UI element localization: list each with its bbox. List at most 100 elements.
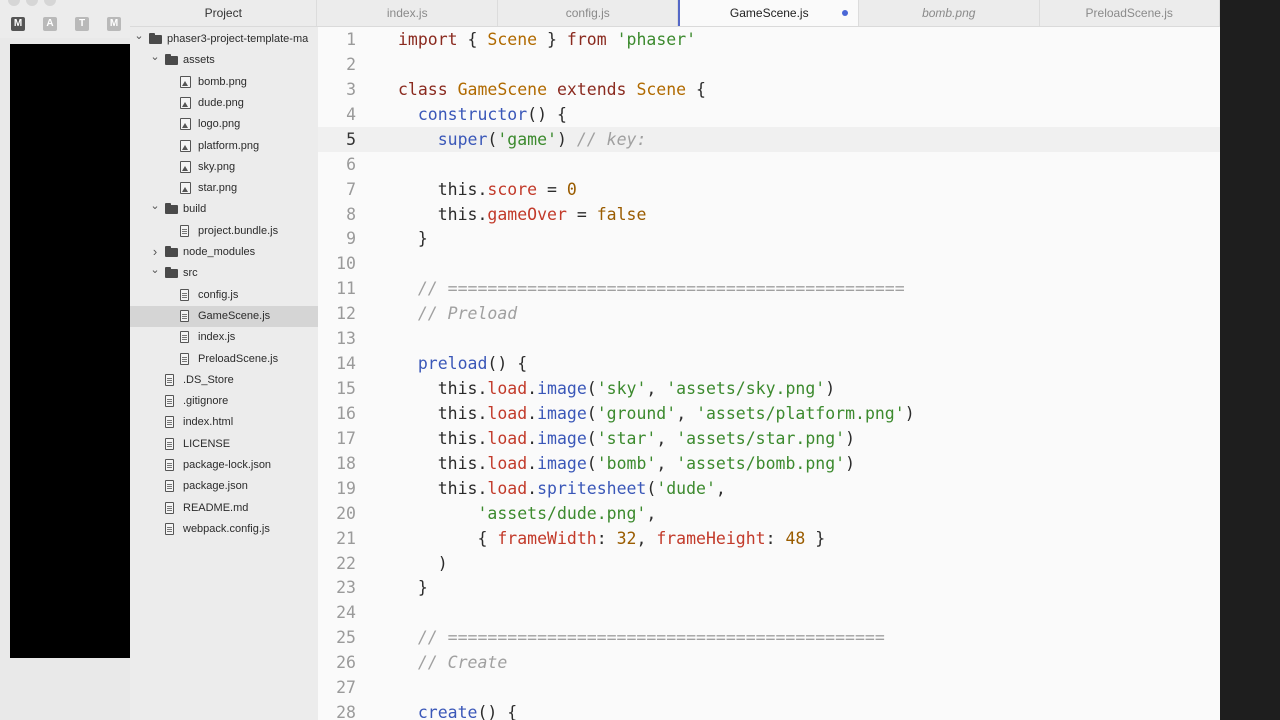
tree-file[interactable]: sky.png [130,157,318,178]
tree-file[interactable]: .gitignore [130,391,318,412]
code-line[interactable]: 27 [318,675,1220,700]
tree-item-label: platform.png [198,139,260,152]
chevron-right-icon[interactable]: › [150,241,160,262]
code-line[interactable]: 14 preload() { [318,351,1220,376]
code-line[interactable]: 17 this.load.image('star', 'assets/star.… [318,426,1220,451]
line-number: 27 [336,678,356,698]
tree-file[interactable]: .DS_Store [130,370,318,391]
code-line[interactable]: 11 // ==================================… [318,276,1220,301]
code-token: { [457,30,488,49]
tab-preloadscene-js[interactable]: PreloadScene.js [1040,0,1220,26]
zoom-dot-icon[interactable] [44,0,56,6]
tree-file[interactable]: GameScene.js [130,305,318,327]
code-token: 'bomb' [596,453,657,473]
tree-file[interactable]: package-lock.json [130,455,318,476]
tree-file[interactable]: logo.png [130,114,318,135]
chevron-down-icon[interactable]: ⌄ [150,260,160,281]
code-line[interactable]: 13 [318,326,1220,351]
tree-item-label: LICENSE [183,437,231,450]
code-token: ) [904,403,915,423]
line-number: 7 [346,179,356,199]
tree-file[interactable]: LICENSE [130,434,318,455]
tree-file[interactable]: bomb.png [130,72,318,93]
code-line[interactable]: 19 this.load.spritesheet('dude', [318,476,1220,501]
code-line[interactable]: 8 this.gameOver = false [318,202,1220,227]
folder-icon [165,203,178,215]
tree-folder[interactable]: ⌄ src [130,263,318,284]
tree-item-label: index.html [183,416,234,429]
code-text: // =====================================… [398,625,885,650]
project-tree: ⌄ phaser3-project-template-ma ⌄ assets bomb.… [130,27,318,720]
bg-tab-icon[interactable]: A [43,17,57,31]
tree-file[interactable]: README.md [130,498,318,519]
code-line[interactable]: 15 this.load.image('sky', 'assets/sky.pn… [318,376,1220,401]
code-line[interactable]: 23 } [318,575,1220,600]
tab-gamescene-js[interactable]: GameScene.js [678,0,859,26]
bg-tab-icon[interactable]: T [75,17,89,31]
code-line[interactable]: 22 ) [318,551,1220,576]
tree-item-label: project.bundle.js [198,224,279,237]
code-line[interactable]: 24 [318,600,1220,625]
chevron-down-icon[interactable]: ⌄ [134,27,144,47]
tree-file[interactable]: project.bundle.js [130,221,318,242]
code-editor[interactable]: 1 import { Scene } from 'phaser' 2 3 class G… [318,27,1220,720]
close-dot-icon[interactable] [8,0,20,6]
code-line[interactable]: 3 class GameScene extends Scene { [318,77,1220,102]
code-line[interactable]: 4 constructor() { [318,102,1220,127]
code-line[interactable]: 20 'assets/dude.png', [318,501,1220,526]
code-line[interactable]: 5 super('game') // key: [318,126,1220,152]
code-line[interactable]: 16 this.load.image('ground', 'assets/pla… [318,401,1220,426]
code-line[interactable]: 18 this.load.image('bomb', 'assets/bomb.… [318,451,1220,476]
code-line[interactable]: 12 // Preload [318,301,1220,326]
tree-file[interactable]: webpack.config.js [130,519,318,540]
file-icon [165,416,174,429]
tab-config-js[interactable]: config.js [498,0,679,26]
code-token: // Preload [417,304,518,324]
tree-file[interactable]: index.js [130,327,318,348]
code-line[interactable]: 9 } [318,226,1220,251]
tree-item-label: config.js [198,288,239,301]
code-line[interactable]: 7 this.score = 0 [318,177,1220,202]
code-token: 'phaser' [616,30,697,49]
code-token: this. [398,478,488,498]
tab-index-js[interactable]: index.js [317,0,498,26]
code-line[interactable]: 25 // ==================================… [318,625,1220,650]
chevron-down-icon[interactable]: ⌄ [150,196,160,217]
tree-folder[interactable]: ⌄ assets [130,50,318,71]
tree-file[interactable]: PreloadScene.js [130,349,318,370]
code-text: ) [398,551,448,576]
tree-file[interactable]: dude.png [130,93,318,114]
code-token: // =====================================… [417,628,885,648]
tree-item-label: package-lock.json [183,459,272,471]
bg-tab-icon[interactable]: M [107,17,121,31]
tree-item-label: bomb.png [198,75,247,88]
code-token: , [646,503,657,523]
tree-item-label: node_modules [183,246,256,258]
folder-icon [149,33,162,44]
tab-project[interactable]: Project [130,0,318,26]
tab-label: index.js [386,6,428,20]
code-line[interactable]: 2 [318,52,1220,77]
code-token: this. [398,379,488,399]
code-line[interactable]: 21 { frameWidth: 32, frameHeight: 48 } [318,526,1220,551]
file-icon [165,373,174,386]
tree-folder[interactable]: ⌄ build [130,199,318,220]
line-number: 5 [346,129,356,149]
code-text: 'assets/dude.png', [398,501,656,526]
tab-bomb-png[interactable]: bomb.png [859,0,1040,26]
bg-tab-icon[interactable]: M [11,17,25,31]
code-line[interactable]: 28 create() { [318,700,1220,720]
code-line[interactable]: 6 [318,152,1220,177]
tree-file[interactable]: package.json [130,476,318,497]
tree-file[interactable]: index.html [130,412,318,433]
code-line[interactable]: 26 // Create [318,650,1220,675]
minimize-dot-icon[interactable] [26,0,38,6]
tree-file[interactable]: platform.png [130,136,318,157]
code-line[interactable]: 1 import { Scene } from 'phaser' [318,27,1220,52]
line-number: 2 [346,54,356,74]
code-line[interactable]: 10 [318,251,1220,276]
tab-label: bomb.png [922,6,976,20]
chevron-down-icon[interactable]: ⌄ [150,47,160,68]
tree-file[interactable]: config.js [130,285,318,306]
image-file-icon [180,139,191,152]
